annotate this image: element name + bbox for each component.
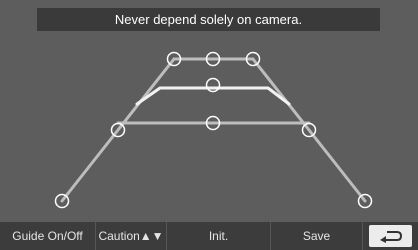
init-button[interactable]: Init. <box>167 222 271 250</box>
back-button[interactable] <box>363 222 418 250</box>
bottom-toolbar: Guide On/Off Caution▲▼ Init. Save <box>0 222 418 250</box>
caution-adjust-button[interactable]: Caution▲▼ <box>96 222 167 250</box>
back-button-box[interactable] <box>369 225 412 247</box>
guide-toggle-button[interactable]: Guide On/Off <box>0 222 96 250</box>
guide-line-left <box>60 57 176 203</box>
guide-line-right <box>251 57 367 203</box>
caution-line <box>135 86 291 106</box>
save-button[interactable]: Save <box>271 222 363 250</box>
adjust-handle-caution[interactable] <box>205 77 221 93</box>
parking-guide-overlay <box>54 51 373 209</box>
return-arrow-icon <box>379 231 402 243</box>
